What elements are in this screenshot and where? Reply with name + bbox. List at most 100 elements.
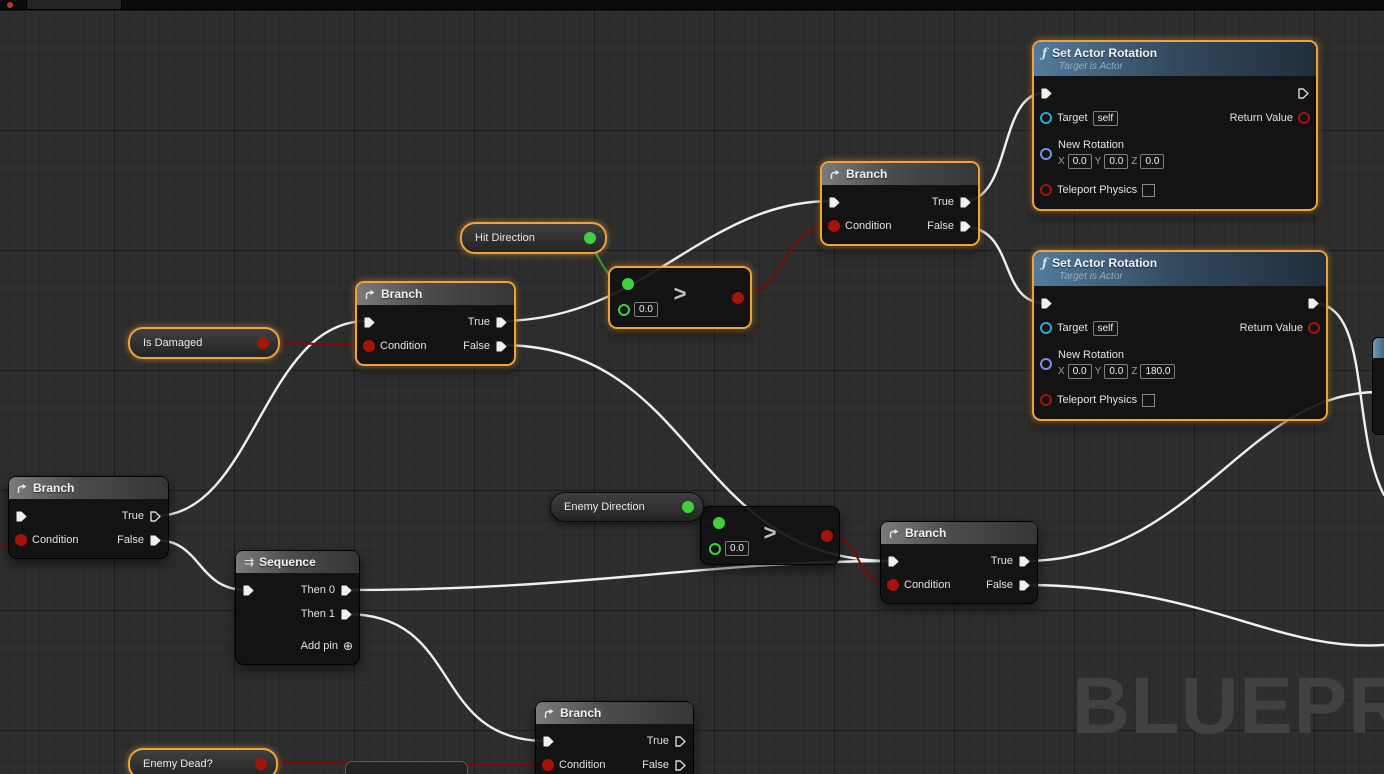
false-exec-pin[interactable] bbox=[1018, 579, 1031, 592]
target-pin-label: Target bbox=[1057, 322, 1088, 334]
teleport-physics-pin[interactable] bbox=[1040, 184, 1052, 196]
branch-icon bbox=[544, 708, 555, 719]
output-pin[interactable] bbox=[584, 232, 596, 244]
z-value-input[interactable]: 0.0 bbox=[1140, 154, 1164, 169]
target-pin[interactable] bbox=[1040, 322, 1052, 334]
exec-in-pin[interactable] bbox=[1040, 87, 1053, 100]
z-axis-label: Z bbox=[1131, 366, 1137, 377]
new-rotation-pin[interactable] bbox=[1040, 148, 1052, 160]
condition-pin-label: Condition bbox=[32, 534, 78, 546]
condition-pin[interactable] bbox=[828, 220, 840, 232]
y-axis-label: Y bbox=[1095, 366, 1102, 377]
variable-node-hit-direction[interactable]: Hit Direction bbox=[460, 222, 607, 254]
branch-node-bottom[interactable]: Branch True Condition False bbox=[535, 701, 694, 774]
target-value-input[interactable]: self bbox=[1093, 321, 1119, 336]
greater-than-node-1[interactable]: 0.0 > bbox=[608, 266, 752, 329]
set-actor-rotation-node-1[interactable]: ƒ Set Actor Rotation Target is Actor Tar… bbox=[1032, 40, 1318, 211]
result-pin[interactable] bbox=[732, 292, 744, 304]
variable-node-enemy-direction[interactable]: Enemy Direction bbox=[550, 492, 704, 522]
branch-node-right[interactable]: Branch True Condition False bbox=[880, 521, 1038, 604]
greater-than-operator: > bbox=[610, 283, 750, 305]
exec-in-pin[interactable] bbox=[363, 316, 376, 329]
node-header: ƒ Set Actor Rotation Target is Actor bbox=[1034, 42, 1316, 77]
set-actor-rotation-node-2[interactable]: ƒ Set Actor Rotation Target is Actor Tar… bbox=[1032, 250, 1328, 421]
return-value-label: Return Value bbox=[1230, 112, 1293, 124]
output-pin[interactable] bbox=[257, 337, 269, 349]
node-subtitle: Target is Actor bbox=[1059, 61, 1308, 72]
exec-out-pin[interactable] bbox=[1307, 297, 1320, 310]
greater-than-operator: > bbox=[701, 522, 839, 544]
b-input-pin[interactable] bbox=[709, 543, 721, 555]
b-input-pin[interactable] bbox=[618, 304, 630, 316]
y-axis-label: Y bbox=[1095, 156, 1102, 167]
return-value-pin[interactable] bbox=[1308, 322, 1320, 334]
condition-pin[interactable] bbox=[363, 340, 375, 352]
output-pin[interactable] bbox=[255, 758, 267, 770]
false-pin-label: False bbox=[927, 220, 954, 232]
node-title: Branch bbox=[905, 526, 946, 540]
greater-than-node-2[interactable]: 0.0 > bbox=[700, 506, 840, 565]
branch-node-mid[interactable]: Branch True Condition False bbox=[355, 281, 516, 366]
true-exec-pin[interactable] bbox=[1018, 555, 1031, 568]
true-exec-pin[interactable] bbox=[495, 316, 508, 329]
false-exec-pin[interactable] bbox=[149, 534, 162, 547]
teleport-physics-pin[interactable] bbox=[1040, 394, 1052, 406]
exec-out-pin[interactable] bbox=[1297, 87, 1310, 100]
true-exec-pin[interactable] bbox=[674, 735, 687, 748]
x-value-input[interactable]: 0.0 bbox=[1068, 364, 1092, 379]
add-pin-button[interactable]: Add pin⊕ bbox=[301, 639, 353, 653]
false-exec-pin[interactable] bbox=[959, 220, 972, 233]
node-title: Branch bbox=[846, 167, 887, 181]
y-value-input[interactable]: 0.0 bbox=[1104, 154, 1128, 169]
variable-node-is-damaged[interactable]: Is Damaged bbox=[128, 327, 280, 359]
exec-in-pin[interactable] bbox=[15, 510, 28, 523]
false-exec-pin[interactable] bbox=[495, 340, 508, 353]
branch-node-left[interactable]: Branch True Condition False bbox=[8, 476, 169, 559]
true-exec-pin[interactable] bbox=[959, 196, 972, 209]
condition-pin[interactable] bbox=[15, 534, 27, 546]
condition-pin[interactable] bbox=[542, 759, 554, 771]
branch-icon bbox=[365, 289, 376, 300]
exec-in-pin[interactable] bbox=[542, 735, 555, 748]
node-title: Branch bbox=[33, 481, 74, 495]
sequence-node[interactable]: ⇉ Sequence Then 0 Then 1 Add pin⊕ bbox=[235, 550, 360, 665]
true-exec-pin[interactable] bbox=[149, 510, 162, 523]
exec-in-pin[interactable] bbox=[828, 196, 841, 209]
teleport-physics-label: Teleport Physics bbox=[1057, 394, 1137, 406]
target-pin[interactable] bbox=[1040, 112, 1052, 124]
false-exec-pin[interactable] bbox=[674, 759, 687, 772]
branch-icon bbox=[889, 528, 900, 539]
z-value-input[interactable]: 180.0 bbox=[1140, 364, 1175, 379]
variable-node-enemy-dead[interactable]: Enemy Dead? bbox=[128, 748, 278, 774]
result-pin[interactable] bbox=[821, 530, 833, 542]
partial-node-bottom[interactable] bbox=[345, 761, 468, 774]
add-pin-icon: ⊕ bbox=[343, 639, 353, 653]
return-value-pin[interactable] bbox=[1298, 112, 1310, 124]
node-header: Branch bbox=[9, 477, 168, 500]
condition-pin-label: Condition bbox=[904, 579, 950, 591]
true-pin-label: True bbox=[647, 735, 669, 747]
teleport-physics-label: Teleport Physics bbox=[1057, 184, 1137, 196]
branch-node-top[interactable]: Branch True Condition False bbox=[820, 161, 980, 246]
new-rotation-pin[interactable] bbox=[1040, 358, 1052, 370]
true-pin-label: True bbox=[468, 316, 490, 328]
y-value-input[interactable]: 0.0 bbox=[1104, 364, 1128, 379]
then-1-exec-pin[interactable] bbox=[340, 608, 353, 621]
teleport-physics-checkbox[interactable] bbox=[1142, 184, 1155, 197]
exec-in-pin[interactable] bbox=[1040, 297, 1053, 310]
blueprint-graph-canvas[interactable]: BLUEPRI ƒ bbox=[0, 0, 1384, 774]
x-axis-label: X bbox=[1058, 366, 1065, 377]
partial-node-right-edge[interactable] bbox=[1372, 337, 1384, 435]
target-value-input[interactable]: self bbox=[1093, 111, 1119, 126]
teleport-physics-checkbox[interactable] bbox=[1142, 394, 1155, 407]
exec-in-pin[interactable] bbox=[242, 584, 255, 597]
editor-tab[interactable] bbox=[26, 0, 122, 9]
x-value-input[interactable]: 0.0 bbox=[1068, 154, 1092, 169]
condition-pin[interactable] bbox=[887, 579, 899, 591]
true-pin-label: True bbox=[122, 510, 144, 522]
variable-label: Is Damaged bbox=[143, 337, 202, 349]
function-icon: ƒ bbox=[1042, 46, 1047, 60]
exec-in-pin[interactable] bbox=[887, 555, 900, 568]
then-0-exec-pin[interactable] bbox=[340, 584, 353, 597]
output-pin[interactable] bbox=[682, 501, 694, 513]
